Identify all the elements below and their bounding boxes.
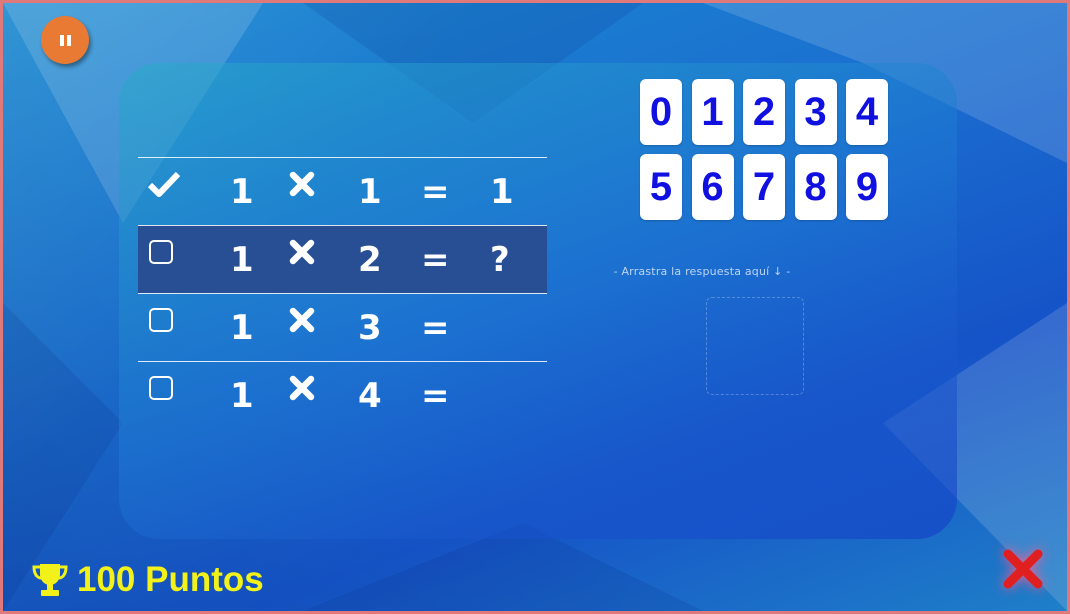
table-row: 1 4 =: [138, 361, 547, 429]
operand-a: 1: [230, 172, 254, 212]
pause-icon: [59, 34, 64, 46]
answer: ?: [490, 240, 510, 280]
operand-b: 1: [358, 172, 382, 212]
multiply-icon: [288, 306, 316, 334]
operand-a: 1: [230, 240, 254, 280]
answer: 1: [490, 172, 514, 212]
pause-button[interactable]: [41, 16, 89, 64]
operand-a: 1: [230, 308, 254, 348]
score-label: 100 Puntos: [77, 560, 264, 599]
game-stage: 1 1 = 1 1 2 =? 1 3 = 1 4 = 0123456789 - Arrastra la …: [0, 0, 1070, 614]
number-tile-0[interactable]: 0: [640, 79, 682, 145]
equals-sign: =: [421, 240, 450, 280]
operand-b: 2: [358, 240, 382, 280]
number-tile-2[interactable]: 2: [743, 79, 785, 145]
number-tile-1[interactable]: 1: [691, 79, 734, 145]
close-button[interactable]: [997, 543, 1049, 595]
score-display: 100 Puntos: [31, 558, 264, 602]
number-tile-3[interactable]: 3: [794, 79, 837, 145]
table-row: 1 1 = 1: [138, 157, 547, 225]
checkbox-icon: [147, 238, 177, 268]
operand-a: 1: [230, 376, 254, 416]
close-icon: [1003, 549, 1043, 589]
equals-sign: =: [421, 308, 450, 348]
number-tile-7[interactable]: 7: [743, 154, 785, 220]
multiply-icon: [288, 170, 316, 198]
number-tile-4[interactable]: 4: [846, 79, 888, 145]
checkmark-icon: [147, 170, 181, 200]
multiplication-table: 1 1 = 1 1 2 =? 1 3 = 1 4 =: [138, 157, 547, 429]
checkbox-icon: [147, 374, 177, 404]
operand-b: 3: [358, 308, 382, 348]
trophy-icon: [32, 564, 68, 596]
table-row: 1 3 =: [138, 293, 547, 361]
multiply-icon: [288, 238, 316, 266]
operand-b: 4: [358, 376, 382, 416]
number-tile-8[interactable]: 8: [794, 154, 837, 220]
equals-sign: =: [421, 172, 450, 212]
number-tile-5[interactable]: 5: [640, 154, 682, 220]
answer-drop-zone[interactable]: [706, 297, 804, 395]
checkbox-icon: [147, 306, 177, 336]
equals-sign: =: [421, 376, 450, 416]
number-tile-9[interactable]: 9: [846, 154, 888, 220]
table-row: 1 2 =?: [138, 225, 547, 293]
number-tile-6[interactable]: 6: [691, 154, 734, 220]
drop-hint: - Arrastra la respuesta aquí ↓ -: [613, 265, 791, 278]
multiply-icon: [288, 374, 316, 402]
